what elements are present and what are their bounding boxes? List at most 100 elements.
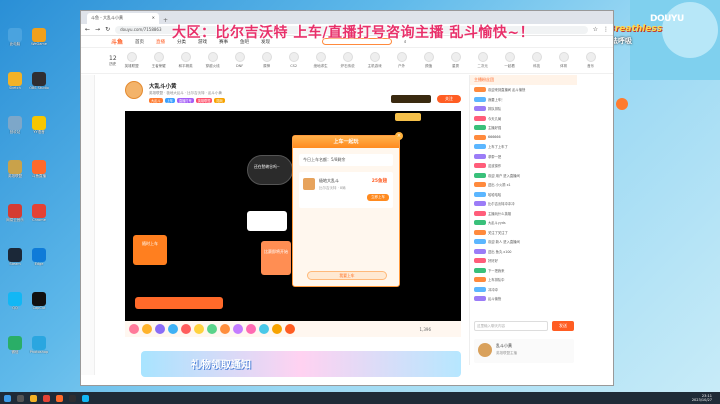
category-item[interactable]: 穿越火线	[201, 52, 225, 69]
history-entry[interactable]: 12 历史	[109, 55, 117, 67]
desktop-icon[interactable]: OBS Studio	[28, 72, 50, 90]
qq-icon[interactable]	[82, 394, 89, 402]
category-item[interactable]: 科技	[525, 52, 549, 69]
category-item[interactable]: DNF	[228, 52, 252, 69]
gift-icon[interactable]	[272, 324, 282, 334]
category-item[interactable]: 和平精英	[174, 52, 198, 69]
corner-logo: DOUYU	[650, 14, 684, 24]
join-button[interactable]: 我要上车	[307, 271, 387, 280]
chat-list[interactable]: 欢迎来到直播间 乱斗愉快 我要上车！ 排队排队 今天几局 主播好强 666666 上车了上车…	[470, 85, 577, 304]
category-item[interactable]: 户外	[390, 52, 414, 69]
room-tag[interactable]: 陪玩	[214, 98, 225, 103]
category-item[interactable]: 体育	[552, 52, 576, 69]
reload-icon[interactable]: ↻	[105, 26, 110, 33]
desktop-icon[interactable]: 微信	[4, 336, 26, 354]
gift-icon[interactable]	[246, 324, 256, 334]
gift-icon[interactable]	[194, 324, 204, 334]
category-item[interactable]: CS2	[282, 52, 306, 69]
category-icon	[585, 52, 596, 62]
gift-icon[interactable]	[207, 324, 217, 334]
app-icon	[32, 160, 46, 174]
chrome-icon[interactable]	[43, 394, 50, 402]
category-item[interactable]: 绝地求生	[309, 52, 333, 69]
category-item[interactable]: 颜值	[417, 52, 441, 69]
category-item[interactable]: 音乐	[579, 52, 603, 69]
new-tab-icon[interactable]: +	[163, 17, 168, 24]
menu-icon[interactable]: ⋮	[603, 26, 609, 33]
obs-icon[interactable]	[69, 394, 76, 402]
gift-icon[interactable]	[168, 324, 178, 334]
room-tag[interactable]: 大乱斗	[149, 98, 163, 103]
douyu-icon[interactable]	[56, 394, 63, 402]
desktop-icon[interactable]: Edge	[28, 248, 50, 266]
gift-icon[interactable]	[142, 324, 152, 334]
site-logo[interactable]: 斗鱼	[111, 37, 123, 46]
follow-button[interactable]: 关注	[437, 95, 461, 103]
desktop-icon[interactable]: Chrome	[28, 204, 50, 222]
desktop-icon[interactable]: QQ	[4, 292, 26, 310]
category-item[interactable]: 主机游戏	[363, 52, 387, 69]
gift-icon[interactable]	[181, 324, 191, 334]
avatar[interactable]	[125, 81, 143, 99]
streamer-avatar[interactable]	[478, 343, 492, 357]
category-item[interactable]: 炉石传说	[336, 52, 360, 69]
history-label: 历史	[109, 61, 117, 66]
desktop-icon[interactable]: 网易云音乐	[4, 204, 26, 222]
close-icon[interactable]: ✕	[152, 15, 155, 22]
clock[interactable]: 23:11 2023/10/27	[692, 394, 712, 402]
send-button[interactable]: 发送	[552, 321, 574, 331]
category-item[interactable]: 星秀	[444, 52, 468, 69]
desktop-icon[interactable]: Photoshop	[28, 336, 50, 354]
search-icon[interactable]	[17, 394, 24, 402]
ride-button[interactable]: 立即上车	[367, 194, 389, 201]
category-item[interactable]: 原神	[255, 52, 279, 69]
chat-text: 上车了上车了	[488, 145, 508, 150]
desktop-icon[interactable]: CapCut	[28, 292, 50, 310]
category-item[interactable]: 二次元	[471, 52, 495, 69]
category-item[interactable]: 王者荣耀	[147, 52, 171, 69]
gift-icon[interactable]	[220, 324, 230, 334]
desktop-icon[interactable]: 英雄联盟	[4, 160, 26, 178]
nav-item[interactable]: 首页	[135, 39, 144, 45]
category-label: 一起看	[504, 64, 515, 68]
gift-toolbar: 1,396	[125, 321, 461, 337]
start-icon[interactable]	[4, 394, 11, 402]
side-float-icon[interactable]	[616, 98, 628, 110]
desktop-icon[interactable]: 此电脑	[4, 28, 26, 46]
desktop-icon[interactable]: YY语音	[28, 116, 50, 134]
room-tag[interactable]: 上车	[164, 98, 175, 103]
ride-card[interactable]: 随时上车	[133, 235, 167, 265]
desktop-icon-label: Chrome	[32, 218, 46, 222]
room-tag[interactable]: 直播打号	[176, 98, 194, 103]
gift-icon[interactable]	[155, 324, 165, 334]
category-item[interactable]: 英雄联盟	[120, 52, 144, 69]
category-label: 和平精英	[178, 64, 193, 68]
folder-icon[interactable]	[30, 394, 37, 402]
room-tags: 大乱斗 上车 直播打号 英雄联盟 陪玩	[149, 98, 225, 103]
category-strip: 12 历史 英雄联盟 王者荣耀 和平精英 穿越火线 DNF 原神 CS2 绝地求生 炉石传说 主机…	[81, 48, 613, 74]
chat-input[interactable]: 这里输入聊天内容	[474, 321, 548, 331]
category-icon	[450, 52, 461, 62]
desktop-icon[interactable]: WeGame	[28, 28, 50, 46]
stream-banner: 大区：比尔吉沃特 上车/直播打号咨询主播 乱斗愉快~！	[172, 25, 535, 41]
gift-icon[interactable]	[233, 324, 243, 334]
room-tag[interactable]: 英雄联盟	[195, 98, 213, 103]
back-icon[interactable]: ←	[85, 26, 90, 33]
app-icon	[32, 292, 46, 306]
chat-header: 主播粉丝团	[470, 75, 577, 85]
close-icon[interactable]: ×	[395, 132, 403, 140]
forward-icon[interactable]: →	[95, 26, 100, 33]
gift-icon[interactable]	[129, 324, 139, 334]
category-item[interactable]: 一起看	[498, 52, 522, 69]
desktop-icon[interactable]: 斗鱼直播	[28, 160, 50, 178]
desktop-icon[interactable]: Sketch	[4, 72, 26, 90]
browser-tab[interactable]: 斗鱼 - 大乱斗小黄 ✕	[87, 13, 159, 24]
gift-notice-banner[interactable]: 礼物领取通知	[141, 351, 461, 377]
gift-icon[interactable]	[259, 324, 269, 334]
nav-item[interactable]: 直播	[156, 39, 165, 45]
gift-icon[interactable]	[285, 324, 295, 334]
star-icon[interactable]: ☆	[593, 26, 598, 33]
desktop-icon[interactable]: Steam	[4, 248, 26, 266]
desktop-icon[interactable]: 回收站	[4, 116, 26, 134]
streamer-name: 乱斗小黄	[496, 343, 512, 348]
